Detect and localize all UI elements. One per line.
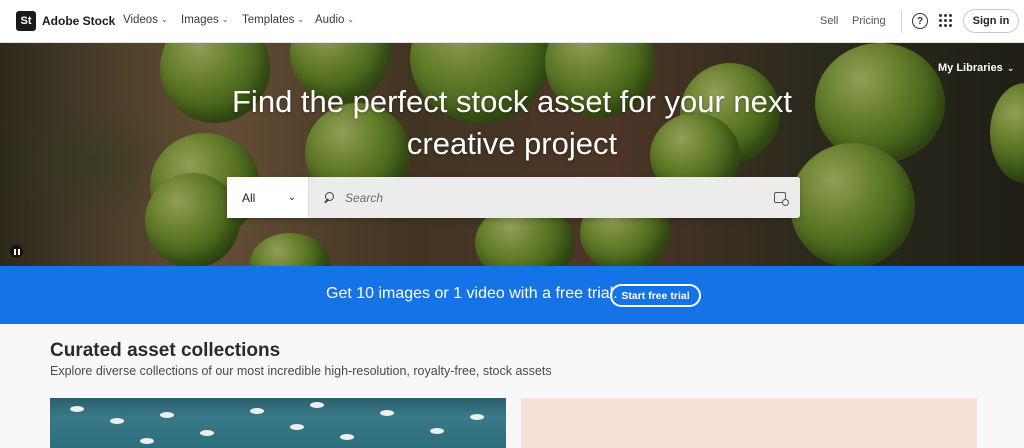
logo-mark: St xyxy=(16,11,36,31)
hero-section: My Libraries ⌄ Find the perfect stock as… xyxy=(0,43,1024,266)
start-free-trial-button[interactable]: Start free trial xyxy=(610,284,701,307)
apps-grid-icon[interactable] xyxy=(939,14,952,27)
chevron-down-icon: ⌄ xyxy=(1006,62,1015,73)
nav-item-videos[interactable]: Videos ⌄ xyxy=(123,14,168,26)
hero-title-line-1: Find the perfect stock asset for your ne… xyxy=(232,84,792,119)
hero-title-line-2: creative project xyxy=(406,126,618,161)
nav-item-label: Videos xyxy=(123,14,158,26)
asset-type-value: All xyxy=(242,190,256,205)
chevron-down-icon: ⌄ xyxy=(221,14,229,24)
search-bar: All ⌄ xyxy=(227,177,800,218)
help-icon[interactable]: ? xyxy=(912,13,928,29)
nav-item-templates[interactable]: Templates ⌄ xyxy=(242,14,304,26)
collections-title: Curated asset collections xyxy=(50,340,281,361)
hero-title: Find the perfect stock asset for your ne… xyxy=(0,81,1024,165)
nav-item-images[interactable]: Images ⌄ xyxy=(181,14,228,26)
adobe-stock-logo[interactable]: St Adobe Stock xyxy=(16,11,115,31)
chevron-down-icon: ⌄ xyxy=(287,192,296,203)
chevron-down-icon: ⌄ xyxy=(297,14,305,24)
search-icon xyxy=(323,191,335,204)
asset-type-select[interactable]: All ⌄ xyxy=(227,177,309,218)
chevron-down-icon: ⌄ xyxy=(160,14,168,24)
header-divider xyxy=(901,10,902,33)
my-libraries-dropdown[interactable]: My Libraries ⌄ xyxy=(938,62,1014,74)
sell-link[interactable]: Sell xyxy=(820,15,838,27)
search-input[interactable] xyxy=(345,190,760,205)
my-libraries-label: My Libraries xyxy=(938,62,1003,74)
nav-item-label: Templates xyxy=(242,14,295,26)
free-trial-text: Get 10 images or 1 video with a free tri… xyxy=(326,285,618,302)
collection-card-swans[interactable] xyxy=(50,398,506,448)
nav-item-audio[interactable]: Audio ⌄ xyxy=(315,14,354,26)
search-field xyxy=(309,177,800,218)
top-navigation-bar: St Adobe Stock Videos ⌄ Images ⌄ Templat… xyxy=(0,0,1024,43)
sign-in-button[interactable]: Sign in xyxy=(963,9,1019,33)
nav-item-label: Audio xyxy=(315,14,345,26)
logo-text: Adobe Stock xyxy=(42,14,116,28)
collections-subtitle: Explore diverse collections of our most … xyxy=(50,364,552,378)
collection-card-peach[interactable] xyxy=(521,398,977,448)
chevron-down-icon: ⌄ xyxy=(347,14,355,24)
nav-item-label: Images xyxy=(181,14,219,26)
visual-search-icon[interactable] xyxy=(760,192,800,206)
pause-icon[interactable] xyxy=(10,245,23,258)
pricing-link[interactable]: Pricing xyxy=(852,15,886,27)
